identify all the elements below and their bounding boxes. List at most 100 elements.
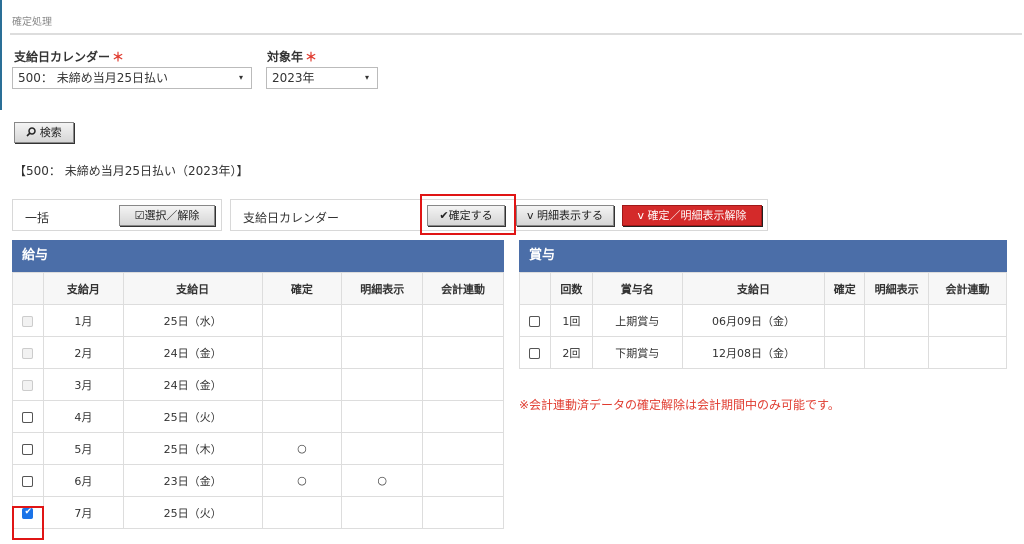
row-checkbox[interactable] — [529, 315, 541, 327]
confirmed-cell — [261, 496, 343, 529]
month-cell: 1月 — [42, 304, 124, 337]
calendar-toolbar-label: 支給日カレンダー — [243, 211, 340, 225]
accounting-cell — [422, 432, 504, 465]
bulk-toolbar: 一括 ☑選択／解除 — [12, 199, 222, 231]
salary-header-row: 支給月 支給日 確定 明細表示 会計連動 — [12, 272, 504, 305]
chevron-down-icon: ▾ — [364, 73, 369, 82]
year-select-value: 2023年 — [272, 71, 315, 85]
detail-cell — [341, 432, 424, 465]
accounting-cell — [422, 304, 504, 337]
row-checkbox — [22, 347, 34, 359]
confirmed-cell — [261, 304, 343, 337]
confirmed-cell — [261, 336, 343, 369]
detail-show-button[interactable]: v 明細表示する — [516, 205, 614, 226]
confirmed-cell — [824, 304, 866, 337]
accounting-cell — [422, 336, 504, 369]
date-cell: 25日（木） — [122, 432, 263, 465]
col-select — [12, 272, 44, 305]
checkbox-icon: ☑ — [134, 209, 145, 222]
table-row: 2回 下期賞与 12月08日（金） — [519, 336, 1007, 369]
table-row: 1回 上期賞与 06月09日（金） — [519, 304, 1007, 337]
detail-cell — [864, 336, 930, 369]
detail-cell — [341, 336, 424, 369]
cancel-confirm-button[interactable]: v 確定／明細表示解除 — [622, 205, 762, 226]
table-row: 7月25日（火） — [12, 496, 504, 529]
table-row: 4月 25日（火） — [12, 400, 504, 433]
required-mark: ＊ — [112, 50, 125, 64]
col-name: 賞与名 — [591, 272, 683, 305]
date-cell: 25日（水） — [122, 304, 263, 337]
highlight-confirm — [420, 194, 516, 235]
date-cell: 23日（金） — [122, 464, 263, 497]
title-divider — [10, 33, 1022, 35]
left-accent-bar — [0, 0, 2, 110]
detail-show-label: 明細表示する — [537, 209, 603, 222]
detail-cell — [341, 368, 424, 401]
col-date: 支給日 — [681, 272, 826, 305]
search-icon — [26, 127, 36, 137]
date-cell: 12月08日（金） — [681, 336, 826, 369]
date-cell: 25日（火） — [122, 400, 263, 433]
month-cell: 6月 — [42, 464, 124, 497]
select-toggle-button[interactable]: ☑選択／解除 — [119, 205, 215, 226]
highlight-july-checkbox — [12, 506, 44, 540]
confirmed-cell: ○ — [261, 464, 343, 497]
month-cell: 7月 — [42, 496, 124, 529]
result-caption: 【500： 未締め当月25日払い（2023年）】 — [14, 164, 249, 178]
cancel-confirm-label: 確定／明細表示解除 — [647, 209, 747, 222]
table-row: 2月 24日（金） — [12, 336, 504, 369]
count-cell: 2回 — [549, 336, 593, 369]
accounting-cell — [422, 496, 504, 529]
col-select — [519, 272, 551, 305]
col-date: 支給日 — [122, 272, 263, 305]
calendar-select-value: 500： 未締め当月25日払い — [18, 71, 168, 85]
chevron-down-icon: v — [637, 209, 648, 222]
col-confirmed: 確定 — [261, 272, 343, 305]
name-cell: 下期賞与 — [591, 336, 683, 369]
year-select[interactable]: 2023年 ▾ — [266, 67, 378, 89]
name-cell: 上期賞与 — [591, 304, 683, 337]
bonus-section-header: 賞与 — [519, 240, 1007, 272]
calendar-select[interactable]: 500： 未締め当月25日払い ▾ — [12, 67, 252, 89]
search-button-label: 検索 — [39, 126, 62, 139]
chevron-down-icon: v — [526, 209, 537, 222]
month-cell: 3月 — [42, 368, 124, 401]
salary-table: 支給月 支給日 確定 明細表示 会計連動 1月 25日（水） 2月 24日（金） 3… — [12, 272, 504, 529]
required-mark: ＊ — [305, 50, 318, 64]
detail-cell — [864, 304, 930, 337]
date-cell: 24日（金） — [122, 336, 263, 369]
col-accounting: 会計連動 — [422, 272, 504, 305]
year-field-label: 対象年＊ — [267, 48, 317, 65]
search-button[interactable]: 検索 — [14, 122, 74, 143]
calendar-field-label: 支給日カレンダー＊ — [14, 48, 124, 65]
chevron-down-icon: ▾ — [238, 73, 243, 82]
date-cell: 25日（火） — [122, 496, 263, 529]
date-cell: 06月09日（金） — [681, 304, 826, 337]
accounting-note: ※会計連動済データの確定解除は会計期間中のみ可能です。 — [519, 398, 840, 412]
select-toggle-label: 選択／解除 — [144, 209, 200, 222]
accounting-cell — [422, 368, 504, 401]
col-count: 回数 — [549, 272, 593, 305]
detail-cell: ○ — [341, 464, 424, 497]
detail-cell — [341, 304, 424, 337]
col-detail: 明細表示 — [341, 272, 424, 305]
row-checkbox[interactable] — [529, 347, 541, 359]
row-checkbox[interactable] — [22, 411, 34, 423]
detail-cell — [341, 496, 424, 529]
row-checkbox[interactable] — [22, 475, 34, 487]
col-month: 支給月 — [42, 272, 124, 305]
accounting-cell — [422, 400, 504, 433]
detail-cell — [341, 400, 424, 433]
row-checkbox — [22, 379, 34, 391]
month-cell: 4月 — [42, 400, 124, 433]
year-label-text: 対象年 — [267, 50, 304, 64]
table-row: 3月 24日（金） — [12, 368, 504, 401]
date-cell: 24日（金） — [122, 368, 263, 401]
accounting-cell — [928, 304, 1007, 337]
row-checkbox[interactable] — [22, 443, 34, 455]
confirmed-cell — [261, 400, 343, 433]
month-cell: 2月 — [42, 336, 124, 369]
bonus-table: 回数 賞与名 支給日 確定 明細表示 会計連動 1回 上期賞与 06月09日（金） … — [519, 272, 1007, 369]
table-row: 1月 25日（水） — [12, 304, 504, 337]
table-row: 5月 25日（木） ○ — [12, 432, 504, 465]
